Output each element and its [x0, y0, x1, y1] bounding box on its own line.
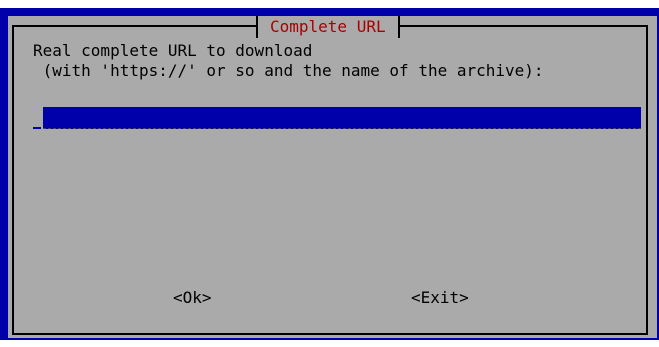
exit-button[interactable]: <Exit>	[411, 288, 469, 308]
text-cursor	[33, 127, 41, 129]
input-underline	[43, 128, 641, 129]
terminal-screen: Complete URL Real complete URL to downlo…	[0, 0, 659, 347]
dialog-title-container: Complete URL	[256, 16, 400, 38]
prompt-line-1: Real complete URL to download	[33, 41, 313, 60]
ok-button[interactable]: <Ok>	[173, 288, 212, 308]
prompt-line-2: (with 'https://' or so and the name of t…	[33, 61, 544, 80]
dialog-title: Complete URL	[270, 17, 386, 36]
complete-url-dialog: Complete URL Real complete URL to downlo…	[8, 16, 657, 338]
prompt-text: Real complete URL to download (with 'htt…	[33, 41, 544, 81]
url-input[interactable]	[43, 107, 641, 129]
title-divider-right	[397, 16, 400, 38]
